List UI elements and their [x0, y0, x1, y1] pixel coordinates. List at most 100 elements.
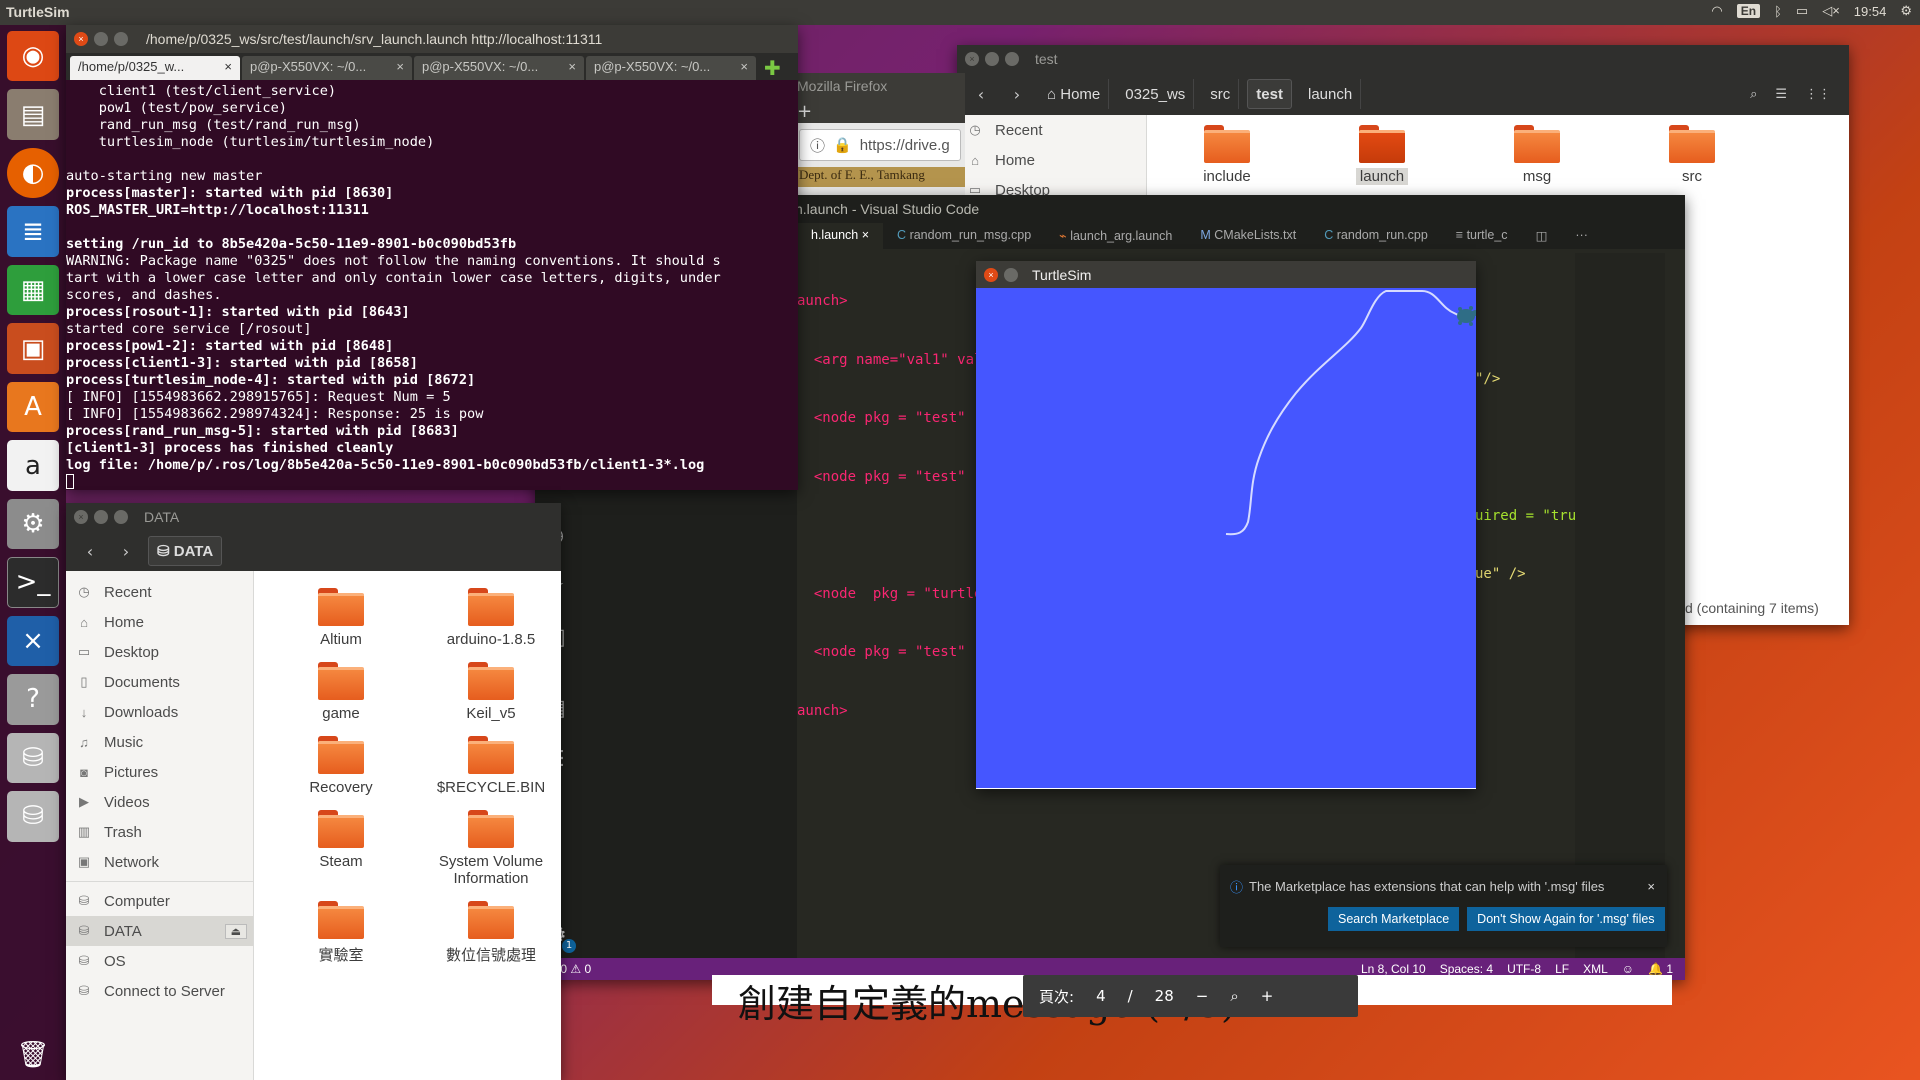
line-ending[interactable]: LF — [1555, 962, 1569, 976]
sidebar-item-computer[interactable]: ⛁ Computer — [66, 886, 253, 916]
new-tab-icon[interactable]: + — [795, 101, 965, 123]
system-settings-icon[interactable]: ⚙ — [7, 498, 59, 550]
feedback-icon[interactable]: ☺ — [1622, 962, 1634, 976]
sidebar-item-recent[interactable]: ◷ Recent — [957, 115, 1146, 145]
folder-item[interactable]: 數位信號處理 — [416, 901, 566, 965]
help-icon[interactable]: ? — [7, 674, 59, 725]
zoom-icon[interactable]: ⌕ — [1230, 987, 1238, 1005]
back-icon[interactable]: ‹ — [967, 80, 995, 108]
folder-msg[interactable]: msg — [1462, 125, 1612, 185]
sidebar-item-recent[interactable]: ◷ Recent — [66, 577, 253, 607]
bluetooth-icon[interactable]: ᛒ — [1774, 4, 1782, 19]
keyboard-language[interactable]: En — [1736, 4, 1761, 18]
folder-item[interactable]: $RECYCLE.BIN — [416, 736, 566, 796]
bell-icon[interactable]: 🔔 1 — [1648, 962, 1673, 976]
sidebar-item-home[interactable]: ⌂ Home — [957, 145, 1146, 175]
sidebar-item-pictures[interactable]: ◙ Pictures — [66, 757, 253, 787]
tab-turtle[interactable]: ≡ turtle_c — [1442, 223, 1522, 249]
clock[interactable]: 19:54 — [1854, 4, 1887, 19]
sidebar-item-videos[interactable]: ▶ Videos — [66, 787, 253, 817]
close-icon[interactable]: × — [396, 59, 404, 77]
crumb-home[interactable]: ⌂ Home — [1039, 79, 1110, 109]
sidebar-item-music[interactable]: ♫ Music — [66, 727, 253, 757]
close-icon[interactable]: × — [1647, 879, 1667, 894]
search-icon[interactable]: ⌕ — [1750, 87, 1757, 102]
impress-icon[interactable]: ▣ — [7, 323, 59, 374]
forward-icon[interactable]: › — [112, 537, 140, 565]
close-icon[interactable]: × — [74, 32, 88, 46]
battery-icon[interactable]: ▭ — [1796, 3, 1808, 19]
terminal-output[interactable]: client1 (test/client_service) pow1 (test… — [66, 80, 798, 491]
split-editor-icon[interactable]: ◫ — [1522, 223, 1562, 249]
zoom-in-icon[interactable]: + — [1261, 987, 1274, 1005]
folder-item[interactable]: arduino-1.8.5 — [416, 588, 566, 648]
sidebar-item-desktop[interactable]: ▭ Desktop — [66, 637, 253, 667]
close-icon[interactable]: × — [224, 59, 232, 77]
folder-item[interactable]: Altium — [266, 588, 416, 648]
terminal-tab[interactable]: p@p-X550VX: ~/0... × — [242, 56, 412, 80]
crumb-ws[interactable]: 0325_ws — [1117, 79, 1195, 109]
maximize-icon[interactable] — [114, 32, 128, 46]
firefox-icon[interactable]: ◐ — [7, 147, 59, 199]
folder-src[interactable]: src — [1617, 125, 1767, 185]
close-icon[interactable]: × — [74, 510, 88, 524]
close-icon[interactable]: × — [568, 59, 576, 77]
minimap[interactable] — [1575, 253, 1665, 958]
forward-icon[interactable]: › — [1003, 80, 1031, 108]
cursor-position[interactable]: Ln 8, Col 10 — [1361, 962, 1426, 976]
folder-include[interactable]: include — [1152, 125, 1302, 185]
close-icon[interactable]: × — [965, 52, 979, 66]
tab-cmakelists[interactable]: M CMakeLists.txt — [1186, 223, 1310, 249]
trash-icon[interactable]: 🗑 — [7, 1030, 59, 1080]
close-icon[interactable]: × — [984, 267, 998, 282]
terminal-tab[interactable]: /home/p/0325_w... × — [70, 56, 240, 80]
volume-icon[interactable]: ◁× — [1822, 3, 1840, 19]
maximize-icon[interactable] — [1005, 52, 1019, 66]
tab-random-run[interactable]: C random_run.cpp — [1310, 223, 1442, 249]
sidebar-item-network[interactable]: ▣ Network — [66, 847, 253, 877]
drive-icon[interactable]: ⛁ — [7, 732, 59, 784]
folder-item[interactable]: Recovery — [266, 736, 416, 796]
list-view-icon[interactable]: ☰ — [1775, 87, 1787, 102]
folder-item[interactable]: 實驗室 — [266, 901, 416, 965]
close-icon[interactable]: × — [740, 59, 748, 77]
wifi-icon[interactable]: ◠ — [1711, 3, 1722, 19]
encoding[interactable]: UTF-8 — [1507, 962, 1541, 976]
crumb-src[interactable]: src — [1202, 79, 1240, 109]
folder-item[interactable]: Keil_v5 — [416, 662, 566, 722]
folder-item[interactable]: System Volume Information — [416, 810, 566, 887]
sidebar-item-trash[interactable]: ▥ Trash — [66, 817, 253, 847]
tab-random-run-msg[interactable]: C random_run_msg.cpp — [883, 223, 1045, 249]
folder-launch[interactable]: launch — [1307, 125, 1457, 185]
folder-item[interactable]: Steam — [266, 810, 416, 887]
calc-icon[interactable]: ▦ — [7, 264, 59, 316]
zoom-out-icon[interactable]: − — [1196, 987, 1209, 1005]
sidebar-item-documents[interactable]: ▯ Documents — [66, 667, 253, 697]
sidebar-item-home[interactable]: ⌂ Home — [66, 607, 253, 637]
vscode-icon[interactable]: ⨯ — [7, 615, 59, 667]
crumb-data[interactable]: ⛁ DATA — [148, 536, 223, 566]
terminal-tab[interactable]: p@p-X550VX: ~/0... × — [414, 56, 584, 80]
minimize-icon[interactable] — [985, 52, 999, 66]
page-number-input[interactable]: 4 — [1096, 987, 1106, 1005]
new-tab-icon[interactable]: ✚ — [758, 56, 787, 80]
maximize-icon[interactable] — [114, 510, 128, 524]
terminal-tab[interactable]: p@p-X550VX: ~/0... × — [586, 56, 756, 80]
code-editor[interactable]: aunch> <arg name="val1" val <node pkg = … — [797, 253, 982, 760]
dont-show-again-button[interactable]: Don't Show Again for '.msg' files — [1467, 907, 1665, 931]
crumb-launch[interactable]: launch — [1300, 79, 1362, 109]
minimize-icon[interactable] — [1004, 267, 1018, 282]
files-icon[interactable]: ▤ — [7, 89, 59, 140]
drive2-icon[interactable]: ⛁ — [7, 791, 59, 842]
search-marketplace-button[interactable]: Search Marketplace — [1328, 907, 1460, 931]
indentation[interactable]: Spaces: 4 — [1440, 962, 1493, 976]
amazon-icon[interactable]: a — [7, 440, 59, 491]
eject-icon[interactable]: ⏏ — [224, 923, 247, 939]
tab-launch-arg[interactable]: ⌁ launch_arg.launch — [1045, 223, 1186, 249]
ubuntu-icon[interactable]: ◉ — [7, 31, 59, 82]
sidebar-item-data[interactable]: ⛁ DATA ⏏ — [66, 916, 253, 946]
settings-gear-icon[interactable]: ⚙ — [1900, 3, 1912, 19]
writer-icon[interactable]: ≣ — [7, 206, 59, 257]
language-mode[interactable]: XML — [1583, 962, 1608, 976]
folder-item[interactable]: game — [266, 662, 416, 722]
